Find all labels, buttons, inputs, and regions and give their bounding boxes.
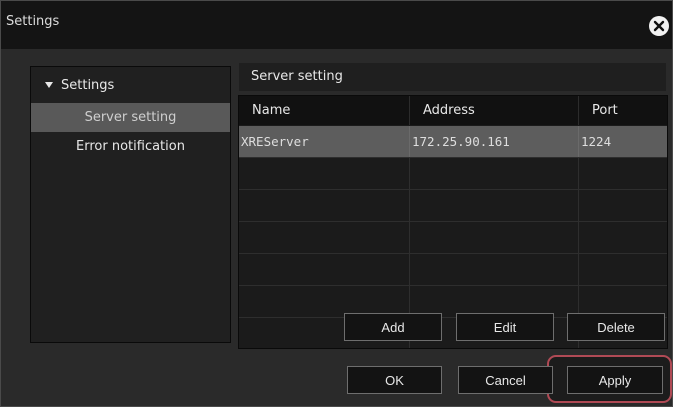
- table-row[interactable]: XREServer 172.25.90.161 1224: [239, 126, 667, 158]
- tree-item-server-setting[interactable]: Server setting: [31, 103, 230, 132]
- column-header-port[interactable]: Port: [579, 96, 667, 125]
- cancel-button[interactable]: Cancel: [458, 366, 553, 394]
- cell-port: 1224: [581, 134, 612, 149]
- cell-name: XREServer: [239, 126, 410, 157]
- panel-header: Server setting: [239, 63, 666, 91]
- cell-address: 172.25.90.161: [410, 126, 579, 157]
- apply-button[interactable]: Apply: [567, 366, 663, 394]
- tree-item-label: Server setting: [84, 110, 177, 125]
- settings-tree: Settings Server setting Error notificati…: [30, 66, 231, 343]
- edit-button[interactable]: Edit: [456, 313, 554, 341]
- table-row-empty[interactable]: [239, 158, 667, 190]
- column-header-name[interactable]: Name: [239, 96, 410, 125]
- table-row-empty[interactable]: [239, 222, 667, 254]
- settings-window: Settings Settings Server setting Error n…: [0, 0, 673, 407]
- add-button[interactable]: Add: [344, 313, 442, 341]
- close-button[interactable]: [649, 16, 669, 36]
- title-bar: Settings: [1, 1, 672, 49]
- ok-button[interactable]: OK: [347, 366, 442, 394]
- delete-button[interactable]: Delete: [567, 313, 665, 341]
- panel-title: Server setting: [251, 69, 343, 84]
- server-table: Name Address Port XREServer 172.25.90.16…: [238, 95, 668, 349]
- tree-root-settings[interactable]: Settings: [45, 78, 114, 93]
- expand-triangle-icon: [45, 82, 53, 88]
- table-header: Name Address Port: [239, 96, 667, 125]
- column-header-address[interactable]: Address: [410, 96, 579, 125]
- close-icon: [653, 20, 665, 32]
- tree-root-label: Settings: [61, 78, 115, 93]
- tree-item-error-notification[interactable]: Error notification: [31, 132, 230, 161]
- tree-item-label: Error notification: [76, 139, 185, 154]
- table-row-empty[interactable]: [239, 254, 667, 286]
- table-row-empty[interactable]: [239, 190, 667, 222]
- dialog-body: Settings Server setting Error notificati…: [1, 49, 672, 406]
- window-title: Settings: [6, 14, 60, 29]
